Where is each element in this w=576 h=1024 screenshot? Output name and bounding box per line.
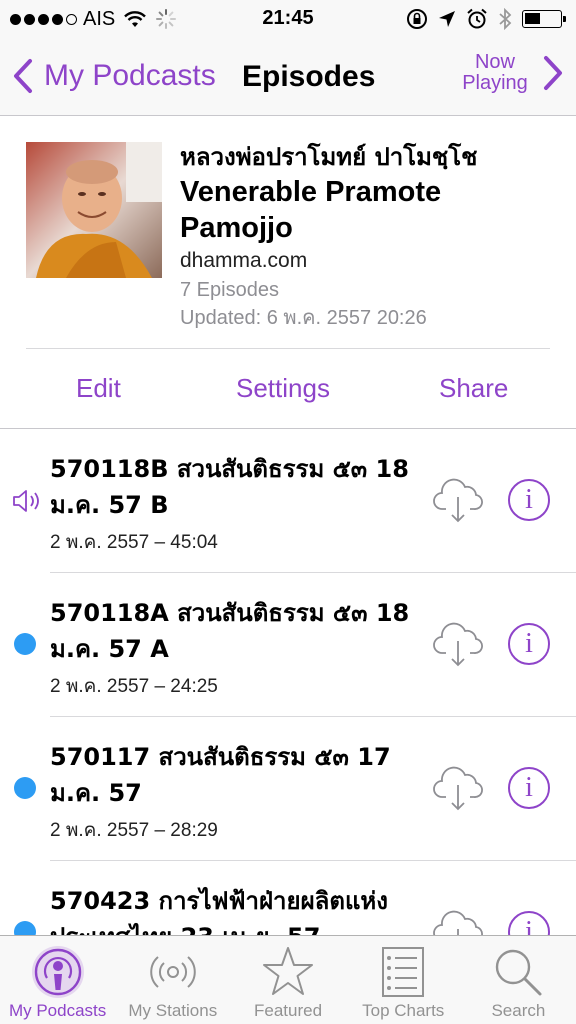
share-button[interactable]: Share xyxy=(439,373,508,404)
tab-label: My Podcasts xyxy=(8,1001,107,1020)
podcast-header: หลวงพ่อปราโมทย์ ปาโมชฺโช Venerable Pramo… xyxy=(0,116,576,348)
episode-row[interactable]: 570423 การไฟฟ้าฝ่ายผลิตแห่งประเทศไทย 23 … xyxy=(0,861,576,935)
tab-label: Top Charts xyxy=(362,1001,445,1020)
unplayed-dot-icon xyxy=(14,777,36,799)
rotation-lock-icon xyxy=(407,9,427,29)
search-icon xyxy=(496,949,542,996)
podcast-artwork[interactable] xyxy=(26,142,162,278)
now-playing-line1: Now xyxy=(474,51,515,73)
unplayed-dot-icon xyxy=(14,633,36,655)
podcast-thai-name: หลวงพ่อปราโมทย์ ปาโมชฺโช xyxy=(180,143,478,171)
download-cloud-icon[interactable] xyxy=(432,909,484,935)
tab-label: My Stations xyxy=(128,1001,218,1020)
now-playing-speaker-icon xyxy=(12,489,44,518)
tab-featured[interactable]: Featured xyxy=(230,936,345,1024)
episode-row[interactable]: 570118B สวนสันติธรรม ๕๓ 18 ม.ค. 57 B 2 พ… xyxy=(0,429,576,573)
settings-button[interactable]: Settings xyxy=(236,373,330,404)
tab-my-podcasts[interactable]: My Podcasts xyxy=(0,936,115,1024)
tab-search[interactable]: Search xyxy=(461,936,576,1024)
tab-bar: My Podcasts My Stations Featured Top Cha… xyxy=(0,935,576,1024)
status-bar: AIS 21:45 xyxy=(0,0,576,38)
episode-date-duration: 2 พ.ค. 2557 – 24:25 xyxy=(50,676,218,697)
episode-title: 570118A สวนสันติธรรม ๕๓ 18 ม.ค. 57 A xyxy=(50,599,410,663)
podcast-actions: Edit Settings Share xyxy=(26,348,550,428)
location-arrow-icon xyxy=(439,11,455,27)
monk-portrait-image xyxy=(26,142,162,278)
download-cloud-icon[interactable] xyxy=(432,621,484,674)
back-button-label: My Podcasts xyxy=(44,59,216,92)
episode-title: 570118B สวนสันติธรรม ๕๓ 18 ม.ค. 57 B xyxy=(50,455,409,519)
episode-title: 570117 สวนสันติธรรม ๕๓ 17 ม.ค. 57 xyxy=(50,743,391,807)
radio-waves-icon xyxy=(150,956,196,988)
episode-date-duration: 2 พ.ค. 2557 – 45:04 xyxy=(50,532,218,553)
episode-info-button[interactable]: i xyxy=(508,623,550,665)
alarm-clock-icon xyxy=(467,8,487,29)
episode-row[interactable]: 570118A สวนสันติธรรม ๕๓ 18 ม.ค. 57 A 2 พ… xyxy=(0,573,576,717)
now-playing-label: Now Playing xyxy=(458,52,532,94)
now-playing-button[interactable]: Now Playing xyxy=(458,52,564,94)
podcast-website: dhamma.com xyxy=(180,249,308,272)
battery-icon xyxy=(522,10,566,28)
tab-top-charts[interactable]: Top Charts xyxy=(346,936,461,1024)
chevron-left-icon xyxy=(14,59,32,93)
episode-row[interactable]: 570117 สวนสันติธรรม ๕๓ 17 ม.ค. 57 2 พ.ค.… xyxy=(0,717,576,861)
status-right xyxy=(406,7,566,31)
download-cloud-icon[interactable] xyxy=(432,765,484,818)
episode-date-duration: 2 พ.ค. 2557 – 28:29 xyxy=(50,820,218,841)
episode-info-button[interactable]: i xyxy=(508,767,550,809)
navigation-bar: My Podcasts Episodes Now Playing xyxy=(0,38,576,116)
back-button[interactable]: My Podcasts xyxy=(12,58,216,94)
chevron-right-icon xyxy=(544,56,562,90)
bluetooth-icon xyxy=(499,8,512,30)
episode-title: 570423 การไฟฟ้าฝ่ายผลิตแห่งประเทศไทย 23 … xyxy=(50,887,388,935)
episode-info-button[interactable]: i xyxy=(508,911,550,935)
podcast-icon xyxy=(31,946,84,998)
podcast-info: หลวงพ่อปราโมทย์ ปาโมชฺโช Venerable Pramo… xyxy=(180,140,560,332)
download-cloud-icon[interactable] xyxy=(432,477,484,530)
tab-label: Featured xyxy=(253,1001,323,1020)
episode-count: 7 Episodes xyxy=(180,279,279,301)
unplayed-dot-icon xyxy=(14,921,36,935)
page-title: Episodes xyxy=(242,60,376,93)
battery-level xyxy=(525,13,540,24)
tab-my-stations[interactable]: My Stations xyxy=(115,936,230,1024)
now-playing-line2: Playing xyxy=(462,72,528,94)
episode-info-button[interactable]: i xyxy=(508,479,550,521)
episode-list: 570118B สวนสันติธรรม ๕๓ 18 ม.ค. 57 B 2 พ… xyxy=(0,429,576,935)
updated-date: Updated: 6 พ.ค. 2557 20:26 xyxy=(180,307,427,329)
star-icon xyxy=(263,947,313,995)
tab-label: Search xyxy=(491,1001,546,1020)
edit-button[interactable]: Edit xyxy=(76,373,121,404)
podcast-english-name: Venerable Pramote Pamojjo xyxy=(180,176,442,244)
list-icon xyxy=(382,947,425,997)
